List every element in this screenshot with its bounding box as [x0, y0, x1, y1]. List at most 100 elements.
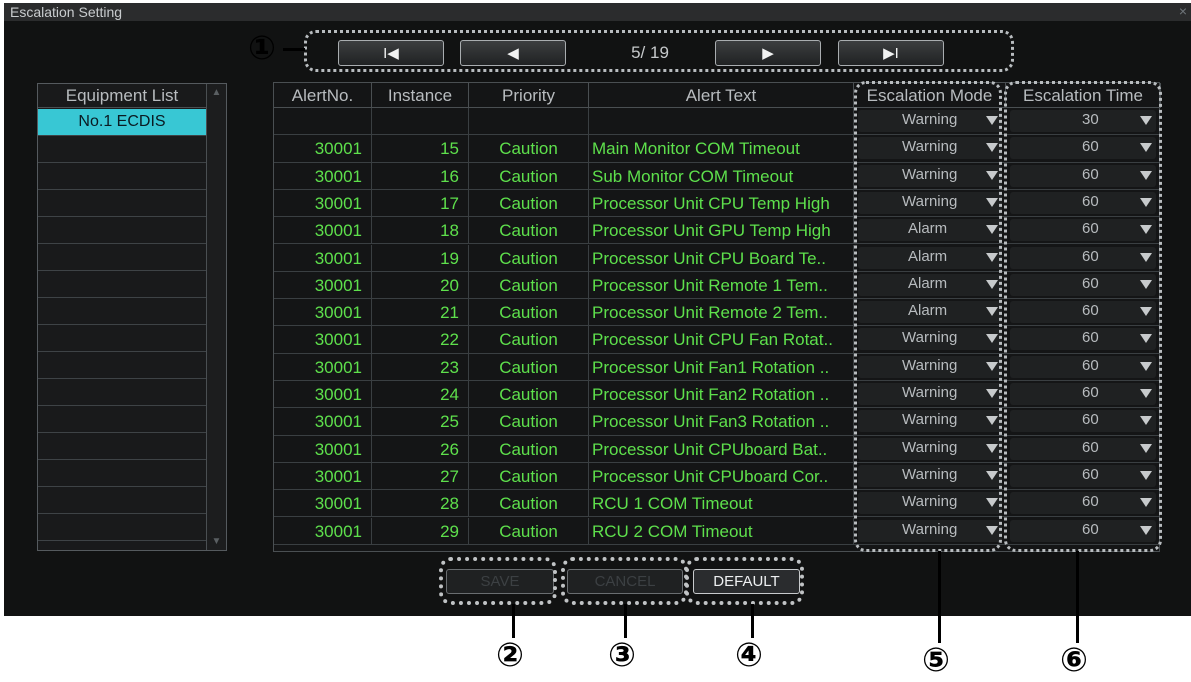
cell-priority: Caution [469, 162, 589, 189]
callout-5-number: ⑤ [922, 640, 950, 679]
cell-alert-no: 30001 [274, 462, 372, 490]
cell-instance: 22 [372, 326, 469, 353]
cell-alert-text: Processor Unit CPUboard Cor.. [589, 462, 854, 490]
cell-alert-text: Processor Unit CPU Board Te.. [589, 244, 854, 271]
cell-priority: Caution [469, 490, 589, 517]
cell-alert-no: 30001 [274, 135, 372, 162]
cell-priority [469, 108, 589, 135]
cell-alert-text: Processor Unit Fan1 Rotation .. [589, 353, 854, 380]
cell-alert-text: Processor Unit Fan3 Rotation .. [589, 408, 854, 435]
equipment-list-item[interactable]: No.1 ECDIS [38, 109, 206, 136]
callout-5-outline [854, 81, 1002, 552]
cell-alert-text: Sub Monitor COM Timeout [589, 162, 854, 189]
cell-alert-no: 30001 [274, 244, 372, 271]
cell-instance: 15 [372, 135, 469, 162]
cell-alert-text: Processor Unit Remote 1 Tem.. [589, 271, 854, 299]
cell-alert-no: 30001 [274, 353, 372, 380]
cell-instance: 18 [372, 217, 469, 244]
cell-priority: Caution [469, 435, 589, 462]
callout-4-number: ④ [735, 635, 763, 674]
cell-priority: Caution [469, 217, 589, 244]
callout-5-leader [938, 551, 941, 643]
equipment-list-item[interactable] [38, 136, 206, 163]
equipment-list-header: Equipment List [38, 84, 206, 108]
cell-alert-no: 30001 [274, 381, 372, 408]
cell-instance: 23 [372, 353, 469, 380]
equipment-list-item[interactable] [38, 379, 206, 406]
callout-3-number: ③ [608, 635, 636, 674]
equipment-list-scrollbar[interactable]: ▲ ▼ [206, 84, 226, 550]
cell-alert-text: Processor Unit CPUboard Bat.. [589, 435, 854, 462]
cell-priority: Caution [469, 517, 589, 544]
equipment-list-item[interactable] [38, 433, 206, 460]
cell-priority: Caution [469, 353, 589, 380]
equipment-list-item[interactable] [38, 352, 206, 379]
equipment-list-item[interactable] [38, 325, 206, 352]
window-title: Escalation Setting [10, 4, 123, 20]
cell-instance [372, 108, 469, 135]
callout-4-outline [685, 557, 804, 605]
cell-alert-text: Main Monitor COM Timeout [589, 135, 854, 162]
cell-instance: 20 [372, 271, 469, 299]
equipment-list-item[interactable] [38, 406, 206, 433]
callout-2-leader [512, 604, 515, 638]
cell-alert-no: 30001 [274, 271, 372, 299]
header-priority: Priority [469, 83, 589, 108]
cell-instance: 24 [372, 381, 469, 408]
callout-6-number: ⑥ [1060, 640, 1088, 679]
cell-alert-text: Processor Unit CPU Fan Rotat.. [589, 326, 854, 353]
equipment-list-item[interactable] [38, 217, 206, 244]
callout-1-outline [304, 30, 1014, 72]
cell-alert-no: 30001 [274, 217, 372, 244]
cell-alert-text: Processor Unit CPU Temp High [589, 189, 854, 217]
scroll-down-icon[interactable]: ▼ [210, 535, 223, 548]
cell-priority: Caution [469, 189, 589, 217]
cell-alert-no: 30001 [274, 189, 372, 217]
header-alert-no: AlertNo. [274, 83, 372, 108]
cell-instance: 29 [372, 517, 469, 544]
cell-alert-no: 30001 [274, 326, 372, 353]
scroll-up-icon[interactable]: ▲ [210, 86, 223, 99]
cell-priority: Caution [469, 462, 589, 490]
equipment-list-item[interactable] [38, 271, 206, 298]
callout-2-outline [439, 557, 557, 605]
callout-3-leader [624, 604, 627, 638]
callout-4-leader [751, 604, 754, 638]
cell-alert-no [274, 108, 372, 135]
cell-instance: 27 [372, 462, 469, 490]
equipment-list-item[interactable] [38, 244, 206, 271]
callout-6-outline [1004, 81, 1162, 552]
close-icon[interactable]: × [1179, 3, 1187, 19]
equipment-list-item[interactable] [38, 190, 206, 217]
cell-priority: Caution [469, 408, 589, 435]
cell-alert-text: Processor Unit Fan2 Rotation .. [589, 381, 854, 408]
equipment-list-item[interactable] [38, 514, 206, 541]
cell-instance: 25 [372, 408, 469, 435]
header-instance: Instance [372, 83, 469, 108]
cell-instance: 19 [372, 244, 469, 271]
cell-alert-no: 30001 [274, 408, 372, 435]
cell-instance: 17 [372, 189, 469, 217]
cell-priority: Caution [469, 326, 589, 353]
equipment-list-item[interactable] [38, 487, 206, 514]
callout-1-leader [283, 48, 305, 51]
cell-instance: 28 [372, 490, 469, 517]
cell-alert-text: RCU 1 COM Timeout [589, 490, 854, 517]
cell-instance: 21 [372, 299, 469, 326]
cell-alert-no: 30001 [274, 517, 372, 544]
callout-2-number: ② [496, 635, 524, 674]
cell-alert-text: Processor Unit GPU Temp High [589, 217, 854, 244]
equipment-list-item[interactable] [38, 163, 206, 190]
equipment-list-item[interactable] [38, 460, 206, 487]
equipment-list: Equipment List No.1 ECDIS ▲ ▼ [37, 83, 227, 551]
cell-priority: Caution [469, 271, 589, 299]
cell-priority: Caution [469, 244, 589, 271]
cell-instance: 16 [372, 162, 469, 189]
cell-alert-no: 30001 [274, 490, 372, 517]
cell-alert-text: Processor Unit Remote 2 Tem.. [589, 299, 854, 326]
cell-instance: 26 [372, 435, 469, 462]
title-bar: Escalation Setting × [4, 3, 1191, 21]
callout-1-number: ① [248, 28, 276, 67]
cell-alert-no: 30001 [274, 162, 372, 189]
equipment-list-item[interactable] [38, 298, 206, 325]
